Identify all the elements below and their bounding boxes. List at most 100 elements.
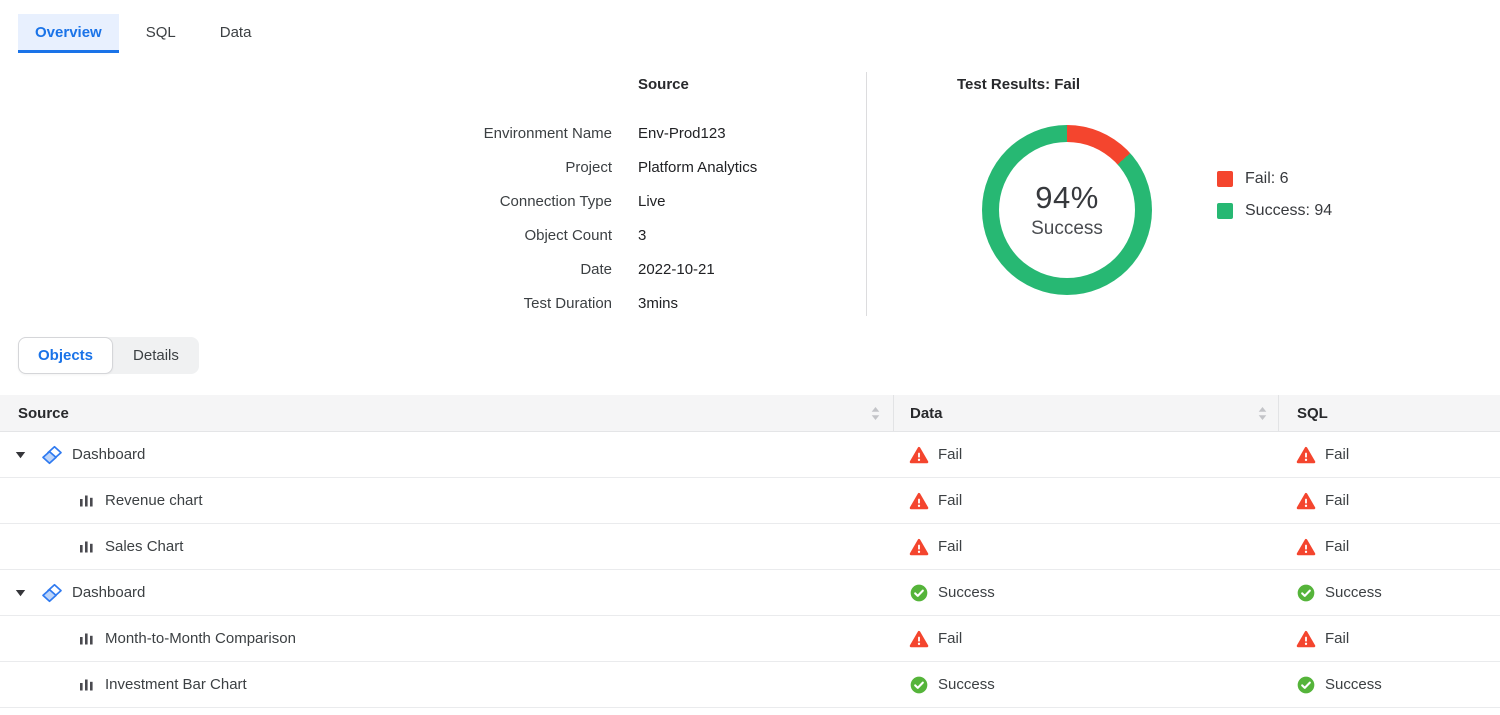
sort-carets-icon[interactable]	[1257, 405, 1268, 422]
table-body: Dashboard Fail Fail Revenue chart Fail F…	[0, 432, 1500, 708]
details-button[interactable]: Details	[113, 337, 199, 374]
page: Overview SQL Data Source Environment Nam…	[0, 0, 1500, 715]
column-header-source[interactable]: Source	[0, 395, 893, 431]
warning-triangle-icon	[909, 445, 929, 465]
check-circle-icon	[909, 583, 929, 603]
check-circle-icon	[1296, 583, 1316, 603]
column-header-data-label: Data	[910, 405, 943, 422]
dashboard-icon	[40, 443, 64, 467]
donut-chart: 94% Success	[982, 125, 1152, 295]
source-fields: Environment Name Env-Prod123 Project Platfo…	[212, 117, 757, 321]
object-label: Revenue chart	[105, 492, 203, 509]
status-label: Fail	[938, 492, 962, 509]
object-label: Dashboard	[72, 584, 145, 601]
source-field-value: Platform Analytics	[638, 151, 757, 185]
source-field-label: Object Count	[212, 219, 612, 253]
object-label: Sales Chart	[105, 538, 183, 555]
legend-swatch-icon	[1217, 171, 1233, 187]
tab-data[interactable]: Data	[203, 14, 269, 53]
warning-triangle-icon	[1296, 491, 1316, 511]
status-cell: Success	[893, 570, 1278, 615]
status-cell: Fail	[893, 478, 1278, 523]
table-row[interactable]: Sales Chart Fail Fail	[0, 524, 1500, 570]
source-field-label: Date	[212, 253, 612, 287]
source-cell: Dashboard	[0, 432, 893, 477]
donut-center: 94% Success	[999, 142, 1135, 278]
source-cell: Sales Chart	[0, 524, 893, 569]
check-circle-icon	[1296, 675, 1316, 695]
status-cell: Success	[1278, 570, 1500, 615]
bar-chart-icon	[78, 630, 95, 647]
bar-chart-icon	[78, 676, 95, 693]
object-label: Investment Bar Chart	[105, 676, 247, 693]
column-header-data[interactable]: Data	[893, 395, 1278, 431]
table-row[interactable]: Dashboard Fail Fail	[0, 432, 1500, 478]
warning-triangle-icon	[909, 629, 929, 649]
source-panel-title: Source	[638, 76, 689, 93]
status-label: Success	[1325, 676, 1382, 693]
donut-percent: 94%	[1035, 180, 1099, 216]
status-cell: Fail	[1278, 478, 1500, 523]
column-header-sql[interactable]: SQL	[1278, 395, 1500, 431]
objects-button[interactable]: Objects	[18, 337, 113, 374]
status-label: Fail	[1325, 446, 1349, 463]
status-cell: Fail	[1278, 432, 1500, 477]
object-label: Month-to-Month Comparison	[105, 630, 296, 647]
dashboard-icon	[40, 581, 64, 605]
status-cell: Success	[893, 662, 1278, 707]
warning-triangle-icon	[909, 537, 929, 557]
status-cell: Fail	[893, 524, 1278, 569]
source-cell: Dashboard	[0, 570, 893, 615]
source-field-label: Connection Type	[212, 185, 612, 219]
table-row[interactable]: Dashboard Success Success	[0, 570, 1500, 616]
column-header-sql-label: SQL	[1297, 405, 1328, 422]
vertical-divider	[866, 72, 867, 316]
status-label: Fail	[938, 630, 962, 647]
tab-bar: Overview SQL Data	[18, 14, 268, 53]
column-header-source-label: Source	[18, 405, 69, 422]
warning-triangle-icon	[909, 491, 929, 511]
source-field-label: Test Duration	[212, 287, 612, 321]
legend-item: Success: 94	[1217, 202, 1332, 220]
tab-sql[interactable]: SQL	[129, 14, 193, 53]
table-row[interactable]: Investment Bar Chart Success Success	[0, 662, 1500, 708]
bar-chart-icon	[78, 492, 95, 509]
donut-center-label: Success	[1031, 218, 1103, 240]
caret-down-icon[interactable]	[14, 589, 26, 597]
status-cell: Fail	[1278, 616, 1500, 661]
status-label: Success	[1325, 584, 1382, 601]
source-field-label: Environment Name	[212, 117, 612, 151]
table-row[interactable]: Month-to-Month Comparison Fail Fail	[0, 616, 1500, 662]
sort-carets-icon[interactable]	[870, 405, 881, 422]
status-cell: Fail	[893, 432, 1278, 477]
status-cell: Success	[1278, 662, 1500, 707]
status-cell: Fail	[1278, 524, 1500, 569]
status-label: Fail	[1325, 538, 1349, 555]
test-results-title: Test Results: Fail	[957, 76, 1080, 93]
check-circle-icon	[909, 675, 929, 695]
chart-legend: Fail: 6 Success: 94	[1217, 170, 1332, 234]
status-label: Fail	[938, 538, 962, 555]
warning-triangle-icon	[1296, 537, 1316, 557]
warning-triangle-icon	[1296, 629, 1316, 649]
table-row[interactable]: Revenue chart Fail Fail	[0, 478, 1500, 524]
tab-overview[interactable]: Overview	[18, 14, 119, 53]
caret-down-icon[interactable]	[14, 451, 26, 459]
legend-swatch-icon	[1217, 203, 1233, 219]
source-cell: Revenue chart	[0, 478, 893, 523]
table-header: Source Data SQL	[0, 395, 1500, 432]
source-field-value: 2022-10-21	[638, 253, 757, 287]
bar-chart-icon	[78, 538, 95, 555]
source-cell: Investment Bar Chart	[0, 662, 893, 707]
object-label: Dashboard	[72, 446, 145, 463]
legend-label: Fail: 6	[1245, 170, 1289, 188]
status-label: Fail	[1325, 630, 1349, 647]
source-field-value: Env-Prod123	[638, 117, 757, 151]
status-label: Fail	[938, 446, 962, 463]
warning-triangle-icon	[1296, 445, 1316, 465]
legend-label: Success: 94	[1245, 202, 1332, 220]
status-label: Fail	[1325, 492, 1349, 509]
source-field-value: 3	[638, 219, 757, 253]
source-field-value: Live	[638, 185, 757, 219]
source-field-label: Project	[212, 151, 612, 185]
